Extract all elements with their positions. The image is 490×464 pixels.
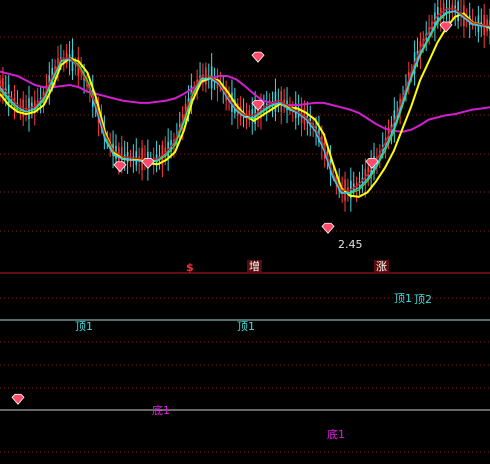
signal-badge-zeng: 增	[247, 260, 262, 273]
grid-lines	[0, 36, 490, 453]
diamond-marker-0	[11, 393, 25, 405]
price-annotation: 2.45	[338, 238, 363, 251]
indicator-label-top1-right: 顶1	[394, 292, 412, 305]
series-ma_magenta	[0, 70, 490, 133]
diamond-marker-7	[251, 51, 265, 63]
diamond-marker-2	[141, 157, 155, 169]
diamond-marker-5	[321, 222, 335, 234]
indicator-label-top2: 顶2	[414, 293, 432, 306]
signal-label-dollar: $	[186, 261, 194, 274]
indicator-label-top1-mid: 顶1	[237, 320, 255, 333]
series-ma_red	[0, 8, 490, 191]
series-ma_yellow	[0, 12, 490, 198]
chart-stage: 2.45 $ 增 涨 顶1 顶2 顶1 顶1 底1 底1	[0, 0, 490, 460]
kline-chart	[0, 0, 490, 453]
indicator-label-bottom1-right: 底1	[327, 428, 345, 441]
series-ma_green	[0, 10, 490, 195]
signal-badge-zhang: 涨	[374, 260, 389, 273]
indicator-label-bottom1-left: 底1	[152, 404, 170, 417]
indicator-label-top1-left: 顶1	[75, 320, 93, 333]
series-ma_cyan	[0, 10, 490, 195]
diamond-marker-4	[439, 21, 453, 33]
candles	[0, 0, 490, 212]
